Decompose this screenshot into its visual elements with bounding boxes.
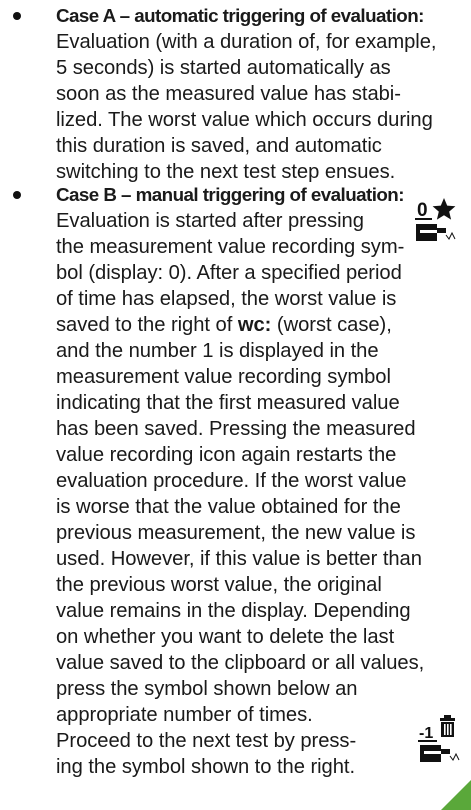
measured-value-recording-icon[interactable]: 0 (414, 195, 468, 245)
case-b-line: the previous worst value, the original (56, 574, 382, 596)
case-b-line: measurement value recording symbol (56, 366, 391, 388)
case-a-line: soon as the measured value has stabi- (56, 83, 401, 105)
case-b-line: on whether you want to delete the last (56, 626, 395, 648)
bullet-case-b (13, 191, 21, 199)
case-b-line: is worse that the value obtained for the (56, 496, 401, 518)
case-b-line: saved to the right of wc: (worst case), (56, 312, 471, 338)
case-b-line: has been saved. Pressing the measured (56, 418, 416, 440)
case-b-line: used. However, if this value is better t… (56, 548, 422, 570)
case-b-line: value remains in the display. Depending (56, 600, 411, 622)
record-symbol-digit: 0 (417, 200, 428, 221)
case-b-line: Evaluation is started after pressing (56, 210, 364, 232)
case-b-line: the measurement value recording sym- (56, 236, 405, 258)
delete-symbol-digit: -1 (419, 725, 433, 742)
trash-icon (440, 715, 455, 737)
case-b-line: bol (display: 0). After a specified peri… (56, 262, 402, 284)
case-b-line: value saved to the clipboard or all valu… (56, 652, 425, 674)
delete-value-icon[interactable]: -1 (418, 710, 470, 766)
case-b-line: value recording icon again restarts the (56, 444, 397, 466)
page-corner-accent (441, 780, 471, 810)
case-a-heading: Case A – automatic triggering of evaluat… (56, 5, 424, 26)
case-b-line: evaluation procedure. If the worst value (56, 470, 407, 492)
case-b-line: of time has elapsed, the worst value is (56, 288, 397, 310)
star-icon (432, 198, 456, 220)
case-b-line: Proceed to the next test by press- (56, 730, 357, 752)
case-b-line: ing the symbol shown to the right. (56, 756, 356, 778)
case-b-text: (worst case), (271, 314, 392, 336)
bullet-case-a (13, 12, 21, 20)
case-a-line: this duration is saved, and automatic (56, 135, 382, 157)
case-b-text: saved to the right of (56, 314, 238, 336)
case-b-paragraph: Case B – manual triggering of evaluation… (56, 182, 471, 780)
case-b-line: press the symbol shown below an (56, 678, 358, 700)
case-a-paragraph: Case A – automatic triggering of evaluat… (56, 3, 471, 185)
case-b-heading: Case B – manual triggering of evaluation… (56, 184, 404, 205)
case-a-line: 5 seconds) is started automatically as (56, 57, 391, 79)
case-a-line: lized. The worst value which occurs duri… (56, 109, 433, 131)
case-b-line: and the number 1 is displayed in the (56, 340, 379, 362)
case-b-line: indicating that the first measured value (56, 392, 400, 414)
worst-case-label: wc: (237, 314, 272, 336)
case-b-line: previous measurement, the new value is (56, 522, 416, 544)
case-b-line: appropriate number of times. (56, 704, 313, 726)
case-a-line: Evaluation (with a duration of, for exam… (56, 31, 437, 53)
